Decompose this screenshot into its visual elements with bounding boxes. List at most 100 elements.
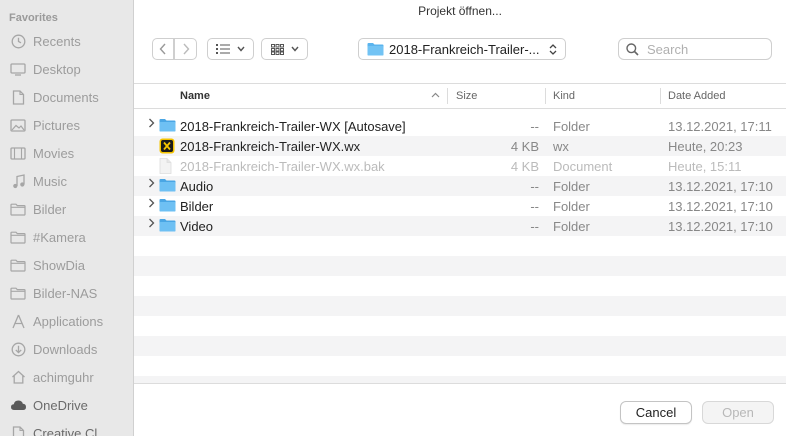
file-date-added: Heute, 15:11 — [668, 159, 742, 174]
sidebar-item-bilder-nas[interactable]: Bilder-NAS — [0, 282, 133, 304]
chevron-down-icon — [237, 46, 245, 52]
grid-view-button[interactable] — [261, 38, 308, 60]
file-row[interactable]: Audio -- Folder 13.12.2021, 17:10 — [134, 176, 786, 196]
sidebar-item-label: achimguhr — [33, 369, 94, 385]
back-button[interactable] — [152, 38, 174, 60]
desktop-icon — [9, 60, 27, 78]
file-date-added: 13.12.2021, 17:10 — [668, 219, 773, 234]
sidebar-item-label: Music — [33, 173, 67, 189]
window-title: Projekt öffnen... — [418, 4, 502, 18]
chevron-right-icon — [182, 43, 189, 55]
folder-icon — [9, 200, 27, 218]
sidebar-item-label: OneDrive — [33, 397, 88, 413]
file-size: -- — [530, 179, 539, 194]
folder-icon — [159, 198, 176, 214]
column-kind[interactable]: Kind — [553, 90, 575, 102]
sidebar-item-desktop[interactable]: Desktop — [0, 58, 133, 80]
file-name: 2018-Frankreich-Trailer-WX.wx.bak — [180, 159, 385, 174]
file-row: 2018-Frankreich-Trailer-WX.wx.bak 4 KB Doc… — [134, 156, 786, 176]
sidebar: Favorites Recents Desktop Documents Picture… — [0, 0, 134, 436]
folder-icon — [9, 256, 27, 274]
sidebar-item-label: Movies — [33, 145, 75, 161]
disclosure-triangle-icon[interactable] — [148, 218, 155, 231]
column-header: Name Size Kind Date Added — [134, 84, 786, 109]
main-panel: Projekt öffnen... 2018-Frankreich-Traile… — [134, 0, 786, 436]
sidebar-item-documents[interactable]: Documents — [0, 86, 133, 108]
sidebar-item-recents[interactable]: Recents — [0, 30, 133, 52]
folder-icon — [159, 118, 176, 134]
file-name: Audio — [180, 179, 214, 194]
document-icon — [9, 88, 27, 106]
list-view-button[interactable] — [207, 38, 254, 60]
sidebar-item-label: Bilder-NAS — [33, 285, 98, 301]
disclosure-triangle-icon[interactable] — [148, 118, 155, 131]
open-button[interactable]: Open — [702, 401, 774, 424]
column-size[interactable]: Size — [456, 90, 477, 102]
location-label: 2018-Frankreich-Trailer-... — [389, 41, 540, 57]
sidebar-item-label: Downloads — [33, 341, 98, 357]
empty-row — [134, 356, 786, 376]
sidebar-item-label: Applications — [33, 313, 104, 329]
sidebar-item-kamera[interactable]: #Kamera — [0, 226, 133, 248]
sidebar-item-label: #Kamera — [33, 229, 86, 245]
cloud-icon — [9, 396, 27, 414]
search-icon — [626, 42, 639, 56]
column-date-added[interactable]: Date Added — [668, 90, 726, 102]
sidebar-item-achimguhr[interactable]: achimguhr — [0, 366, 133, 388]
file-row[interactable]: Video -- Folder 13.12.2021, 17:10 — [134, 216, 786, 236]
search-input[interactable] — [645, 40, 759, 58]
file-name: 2018-Frankreich-Trailer-WX.wx — [180, 139, 361, 154]
column-name[interactable]: Name — [180, 90, 210, 102]
folder-icon — [9, 228, 27, 246]
applications-icon — [9, 312, 27, 330]
folder-icon — [367, 43, 384, 56]
search-field[interactable] — [618, 38, 772, 60]
empty-row — [134, 276, 786, 296]
sidebar-item-label: Creative Cl — [33, 425, 98, 436]
cancel-button[interactable]: Cancel — [620, 401, 692, 424]
file-size: -- — [530, 119, 539, 134]
file-kind: Document — [553, 159, 613, 174]
disclosure-triangle-icon[interactable] — [148, 178, 155, 191]
file-date-added: 13.12.2021, 17:11 — [668, 119, 772, 134]
grid-view-icon — [270, 43, 284, 55]
home-icon — [9, 368, 27, 386]
clock-icon — [9, 32, 27, 50]
file-date-added: 13.12.2021, 17:10 — [668, 179, 773, 194]
file-kind: wx — [553, 139, 569, 154]
sidebar-item-pictures[interactable]: Pictures — [0, 114, 133, 136]
download-icon — [9, 340, 27, 358]
folder-icon — [159, 218, 176, 234]
sidebar-item-bilder[interactable]: Bilder — [0, 198, 133, 220]
file-size: 4 KB — [510, 159, 539, 174]
disclosure-triangle-icon[interactable] — [148, 198, 155, 211]
sidebar-item-onedrive[interactable]: OneDrive — [0, 394, 133, 416]
document-icon — [159, 158, 176, 174]
column-divider[interactable] — [545, 88, 546, 104]
chevron-down-icon — [290, 46, 299, 52]
wx-file-icon — [159, 138, 176, 154]
sidebar-section-favorites: Favorites — [9, 12, 58, 24]
file-row[interactable]: 2018-Frankreich-Trailer-WX [Autosave] -- F… — [134, 116, 786, 136]
music-note-icon — [9, 172, 27, 190]
up-down-chevron-icon — [549, 44, 557, 55]
file-row[interactable]: Bilder -- Folder 13.12.2021, 17:10 — [134, 196, 786, 216]
forward-button[interactable] — [174, 38, 197, 60]
file-kind: Folder — [553, 119, 590, 134]
column-divider[interactable] — [447, 88, 448, 104]
sidebar-item-downloads[interactable]: Downloads — [0, 338, 133, 360]
sidebar-item-movies[interactable]: Movies — [0, 142, 133, 164]
empty-row — [134, 236, 786, 256]
empty-row — [134, 336, 786, 356]
sidebar-item-showdia[interactable]: ShowDia — [0, 254, 133, 276]
file-name: Bilder — [180, 199, 214, 214]
sidebar-item-label: Bilder — [33, 201, 67, 217]
column-divider[interactable] — [660, 88, 661, 104]
sidebar-item-applications[interactable]: Applications — [0, 310, 133, 332]
file-kind: Folder — [553, 219, 590, 234]
sidebar-item-creative-cl[interactable]: Creative Cl — [0, 422, 133, 436]
sidebar-item-music[interactable]: Music — [0, 170, 133, 192]
location-popup[interactable]: 2018-Frankreich-Trailer-... — [358, 38, 566, 60]
pictures-icon — [9, 116, 27, 134]
file-row[interactable]: 2018-Frankreich-Trailer-WX.wx 4 KB wx Heute… — [134, 136, 786, 156]
